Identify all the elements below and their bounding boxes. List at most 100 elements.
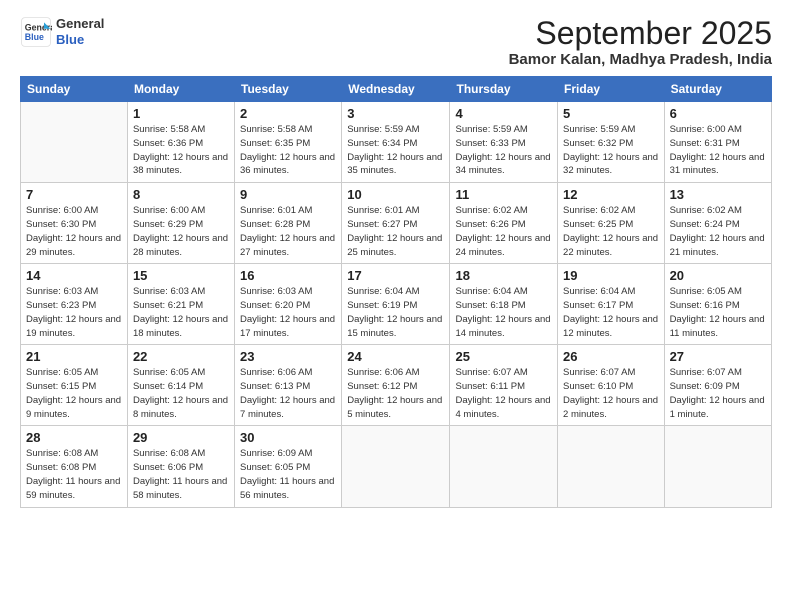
day-info: Sunrise: 6:02 AM Sunset: 6:26 PM Dayligh… xyxy=(455,204,552,259)
day-number: 17 xyxy=(347,268,444,283)
day-info: Sunrise: 6:03 AM Sunset: 6:23 PM Dayligh… xyxy=(26,285,122,340)
calendar-day-cell: 19 Sunrise: 6:04 AM Sunset: 6:17 PM Dayli… xyxy=(558,264,665,345)
day-number: 10 xyxy=(347,187,444,202)
day-number: 11 xyxy=(455,187,552,202)
day-info: Sunrise: 6:05 AM Sunset: 6:16 PM Dayligh… xyxy=(670,285,766,340)
day-number: 2 xyxy=(240,106,336,121)
calendar-day-cell: 16 Sunrise: 6:03 AM Sunset: 6:20 PM Dayli… xyxy=(235,264,342,345)
day-header-friday: Friday xyxy=(558,77,665,102)
day-info: Sunrise: 6:05 AM Sunset: 6:14 PM Dayligh… xyxy=(133,366,229,421)
day-number: 21 xyxy=(26,349,122,364)
calendar-day-cell: 25Sunrise: 6:07 AM Sunset: 6:11 PM Dayli… xyxy=(450,345,558,426)
day-info: Sunrise: 6:02 AM Sunset: 6:24 PM Dayligh… xyxy=(670,204,766,259)
day-info: Sunrise: 6:08 AM Sunset: 6:06 PM Dayligh… xyxy=(133,447,229,502)
calendar-day-cell xyxy=(664,426,771,507)
day-info: Sunrise: 6:06 AM Sunset: 6:12 PM Dayligh… xyxy=(347,366,444,421)
month-title: September 2025 xyxy=(509,16,772,51)
calendar-table: SundayMondayTuesdayWednesdayThursdayFrid… xyxy=(20,76,772,507)
day-number: 3 xyxy=(347,106,444,121)
day-number: 16 xyxy=(240,268,336,283)
day-info: Sunrise: 6:04 AM Sunset: 6:18 PM Dayligh… xyxy=(455,285,552,340)
day-header-wednesday: Wednesday xyxy=(342,77,450,102)
calendar-day-cell: 28 Sunrise: 6:08 AM Sunset: 6:08 PM Dayli… xyxy=(21,426,128,507)
day-info: Sunrise: 6:00 AM Sunset: 6:30 PM Dayligh… xyxy=(26,204,122,259)
day-info: Sunrise: 5:58 AM Sunset: 6:36 PM Dayligh… xyxy=(133,123,229,178)
title-block: September 2025 Bamor Kalan, Madhya Prade… xyxy=(509,16,772,68)
calendar-day-cell xyxy=(558,426,665,507)
day-number: 28 xyxy=(26,430,122,445)
calendar-day-cell: 8Sunrise: 6:00 AM Sunset: 6:29 PM Daylig… xyxy=(127,183,234,264)
day-number: 24 xyxy=(347,349,444,364)
svg-text:Blue: Blue xyxy=(25,32,44,42)
calendar-day-cell: 17 Sunrise: 6:04 AM Sunset: 6:19 PM Dayli… xyxy=(342,264,450,345)
day-info: Sunrise: 6:00 AM Sunset: 6:31 PM Dayligh… xyxy=(670,123,766,178)
calendar-day-cell: 30 Sunrise: 6:09 AM Sunset: 6:05 PM Dayli… xyxy=(235,426,342,507)
day-info: Sunrise: 6:03 AM Sunset: 6:21 PM Dayligh… xyxy=(133,285,229,340)
day-number: 9 xyxy=(240,187,336,202)
calendar-day-cell: 26 Sunrise: 6:07 AM Sunset: 6:10 PM Dayli… xyxy=(558,345,665,426)
day-number: 12 xyxy=(563,187,659,202)
day-number: 25 xyxy=(455,349,552,364)
day-number: 29 xyxy=(133,430,229,445)
day-info: Sunrise: 5:58 AM Sunset: 6:35 PM Dayligh… xyxy=(240,123,336,178)
calendar-day-cell: 15Sunrise: 6:03 AM Sunset: 6:21 PM Dayli… xyxy=(127,264,234,345)
logo-text: General Blue xyxy=(56,16,104,47)
calendar-day-cell: 9 Sunrise: 6:01 AM Sunset: 6:28 PM Daylig… xyxy=(235,183,342,264)
calendar-day-cell: 27Sunrise: 6:07 AM Sunset: 6:09 PM Dayli… xyxy=(664,345,771,426)
day-number: 23 xyxy=(240,349,336,364)
day-info: Sunrise: 6:02 AM Sunset: 6:25 PM Dayligh… xyxy=(563,204,659,259)
day-info: Sunrise: 6:04 AM Sunset: 6:19 PM Dayligh… xyxy=(347,285,444,340)
calendar-day-cell: 18Sunrise: 6:04 AM Sunset: 6:18 PM Dayli… xyxy=(450,264,558,345)
calendar-day-cell: 6 Sunrise: 6:00 AM Sunset: 6:31 PM Daylig… xyxy=(664,102,771,183)
day-number: 1 xyxy=(133,106,229,121)
day-info: Sunrise: 6:03 AM Sunset: 6:20 PM Dayligh… xyxy=(240,285,336,340)
day-number: 19 xyxy=(563,268,659,283)
calendar-day-cell xyxy=(342,426,450,507)
day-number: 26 xyxy=(563,349,659,364)
calendar-day-cell: 14 Sunrise: 6:03 AM Sunset: 6:23 PM Dayli… xyxy=(21,264,128,345)
day-header-tuesday: Tuesday xyxy=(235,77,342,102)
day-header-saturday: Saturday xyxy=(664,77,771,102)
day-info: Sunrise: 6:07 AM Sunset: 6:10 PM Dayligh… xyxy=(563,366,659,421)
day-info: Sunrise: 6:05 AM Sunset: 6:15 PM Dayligh… xyxy=(26,366,122,421)
day-number: 8 xyxy=(133,187,229,202)
logo-icon: General Blue xyxy=(20,16,52,48)
calendar-day-cell: 7 Sunrise: 6:00 AM Sunset: 6:30 PM Daylig… xyxy=(21,183,128,264)
day-info: Sunrise: 5:59 AM Sunset: 6:32 PM Dayligh… xyxy=(563,123,659,178)
calendar-week-row: 28 Sunrise: 6:08 AM Sunset: 6:08 PM Dayli… xyxy=(21,426,772,507)
calendar-day-cell: 2 Sunrise: 5:58 AM Sunset: 6:35 PM Daylig… xyxy=(235,102,342,183)
header: General Blue General Blue September 2025… xyxy=(20,16,772,68)
day-info: Sunrise: 6:01 AM Sunset: 6:28 PM Dayligh… xyxy=(240,204,336,259)
calendar-day-cell: 5Sunrise: 5:59 AM Sunset: 6:32 PM Daylig… xyxy=(558,102,665,183)
logo: General Blue General Blue xyxy=(20,16,104,48)
day-number: 13 xyxy=(670,187,766,202)
calendar-day-cell xyxy=(21,102,128,183)
calendar-day-cell: 24 Sunrise: 6:06 AM Sunset: 6:12 PM Dayli… xyxy=(342,345,450,426)
calendar-week-row: 14 Sunrise: 6:03 AM Sunset: 6:23 PM Dayli… xyxy=(21,264,772,345)
day-info: Sunrise: 6:01 AM Sunset: 6:27 PM Dayligh… xyxy=(347,204,444,259)
day-info: Sunrise: 6:04 AM Sunset: 6:17 PM Dayligh… xyxy=(563,285,659,340)
day-info: Sunrise: 6:09 AM Sunset: 6:05 PM Dayligh… xyxy=(240,447,336,502)
location-title: Bamor Kalan, Madhya Pradesh, India xyxy=(509,51,772,68)
day-info: Sunrise: 6:06 AM Sunset: 6:13 PM Dayligh… xyxy=(240,366,336,421)
day-number: 7 xyxy=(26,187,122,202)
calendar-week-row: 1 Sunrise: 5:58 AM Sunset: 6:36 PM Daylig… xyxy=(21,102,772,183)
day-number: 14 xyxy=(26,268,122,283)
calendar-header-row: SundayMondayTuesdayWednesdayThursdayFrid… xyxy=(21,77,772,102)
calendar-day-cell: 29 Sunrise: 6:08 AM Sunset: 6:06 PM Dayli… xyxy=(127,426,234,507)
day-header-sunday: Sunday xyxy=(21,77,128,102)
day-number: 27 xyxy=(670,349,766,364)
calendar-day-cell: 4Sunrise: 5:59 AM Sunset: 6:33 PM Daylig… xyxy=(450,102,558,183)
day-info: Sunrise: 6:08 AM Sunset: 6:08 PM Dayligh… xyxy=(26,447,122,502)
calendar-day-cell: 21 Sunrise: 6:05 AM Sunset: 6:15 PM Dayli… xyxy=(21,345,128,426)
day-info: Sunrise: 5:59 AM Sunset: 6:33 PM Dayligh… xyxy=(455,123,552,178)
day-number: 20 xyxy=(670,268,766,283)
day-number: 30 xyxy=(240,430,336,445)
calendar-day-cell: 3 Sunrise: 5:59 AM Sunset: 6:34 PM Daylig… xyxy=(342,102,450,183)
calendar-day-cell: 10 Sunrise: 6:01 AM Sunset: 6:27 PM Dayli… xyxy=(342,183,450,264)
day-header-thursday: Thursday xyxy=(450,77,558,102)
day-number: 6 xyxy=(670,106,766,121)
calendar-day-cell: 23 Sunrise: 6:06 AM Sunset: 6:13 PM Dayli… xyxy=(235,345,342,426)
calendar-day-cell: 13 Sunrise: 6:02 AM Sunset: 6:24 PM Dayli… xyxy=(664,183,771,264)
day-info: Sunrise: 5:59 AM Sunset: 6:34 PM Dayligh… xyxy=(347,123,444,178)
